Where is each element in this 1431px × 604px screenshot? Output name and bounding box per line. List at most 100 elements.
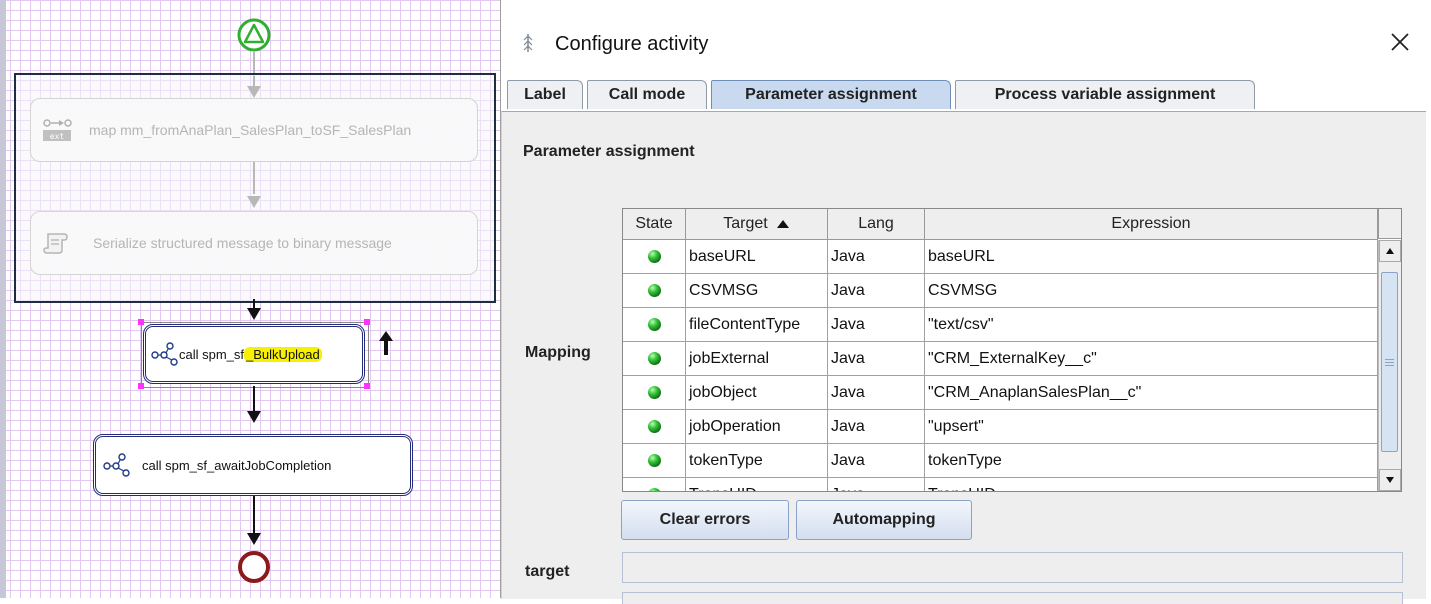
script-scroll-icon xyxy=(41,230,71,256)
target-cell: jobObject xyxy=(686,376,828,409)
call-await-job-node[interactable]: call spm_sf_awaitJobCompletion xyxy=(93,434,413,496)
close-icon[interactable] xyxy=(1388,30,1412,54)
end-event-icon[interactable] xyxy=(237,550,271,584)
map-activity-node[interactable]: ext map mm_fromAnaPlan_SalesPlan_toSF_Sa… xyxy=(30,98,478,162)
sort-ascending-icon xyxy=(776,220,789,228)
mapping-table: State Target Lang Expression baseURL Jav… xyxy=(622,208,1402,492)
status-ok-icon xyxy=(647,352,661,365)
table-row[interactable]: jobObject Java "CRM_AnaplanSalesPlan__c" xyxy=(623,376,1378,410)
state-cell xyxy=(623,342,686,375)
status-ok-icon xyxy=(647,386,661,399)
expression-field[interactable] xyxy=(622,592,1403,604)
column-header-target[interactable]: Target xyxy=(686,209,828,239)
status-ok-icon xyxy=(647,454,661,467)
table-header-corner xyxy=(1378,209,1401,239)
table-row[interactable]: baseURL Java baseURL xyxy=(623,240,1378,274)
connector-arrowhead xyxy=(247,86,261,98)
connector-line xyxy=(253,386,255,412)
target-cell: CSVMSG xyxy=(686,274,828,307)
scroll-thumb[interactable] xyxy=(1381,272,1398,452)
expression-cell[interactable]: "CRM_ExternalKey__c" xyxy=(925,342,1378,375)
expression-cell[interactable]: "CRM_AnaplanSalesPlan__c" xyxy=(925,376,1378,409)
move-arrow-icon xyxy=(379,331,393,355)
target-cell: tokenType xyxy=(686,444,828,477)
tab-label[interactable]: Label xyxy=(507,80,583,109)
status-ok-icon xyxy=(647,420,661,433)
table-row[interactable]: TransUID Java TransUID xyxy=(623,478,1378,491)
target-cell: baseURL xyxy=(686,240,828,273)
column-header-expression[interactable]: Expression xyxy=(925,209,1378,239)
target-field[interactable] xyxy=(622,552,1403,583)
connector-arrowhead xyxy=(247,533,261,545)
process-canvas[interactable]: ext map mm_fromAnaPlan_SalesPlan_toSF_Sa… xyxy=(0,0,500,598)
automapping-button[interactable]: Automapping xyxy=(796,500,972,540)
highlighted-label-suffix: _BulkUpload xyxy=(244,346,322,362)
thumb-grip xyxy=(1385,362,1394,363)
state-cell xyxy=(623,444,686,477)
table-row[interactable]: CSVMSG Java CSVMSG xyxy=(623,274,1378,308)
expression-cell[interactable]: TransUID xyxy=(925,478,1378,491)
status-ok-icon xyxy=(647,284,661,297)
target-label: target xyxy=(525,563,570,580)
expression-cell[interactable]: CSVMSG xyxy=(925,274,1378,307)
table-header: State Target Lang Expression xyxy=(623,209,1378,240)
scroll-up-button[interactable] xyxy=(1379,240,1401,262)
tab-parameter-assignment[interactable]: Parameter assignment xyxy=(711,80,951,109)
lang-cell: Java xyxy=(828,478,925,491)
state-cell xyxy=(623,274,686,307)
table-row[interactable]: fileContentType Java "text/csv" xyxy=(623,308,1378,342)
subprocess-call-icon xyxy=(150,341,178,367)
scroll-down-button[interactable] xyxy=(1379,469,1401,491)
node-label: call spm_sf _BulkUpload xyxy=(179,346,322,362)
connector-line xyxy=(253,496,255,534)
table-row[interactable]: jobOperation Java "upsert" xyxy=(623,410,1378,444)
column-header-state[interactable]: State xyxy=(623,209,686,239)
lang-cell: Java xyxy=(828,342,925,375)
resize-handle[interactable] xyxy=(364,383,370,389)
serialize-activity-node[interactable]: Serialize structured message to binary m… xyxy=(30,211,478,275)
resize-handle[interactable] xyxy=(138,319,144,325)
dialog-titlebar[interactable]: Configure activity xyxy=(501,0,1431,78)
state-cell xyxy=(623,410,686,443)
expression-cell[interactable]: "upsert" xyxy=(925,410,1378,443)
expression-cell[interactable]: "text/csv" xyxy=(925,308,1378,341)
resize-handle[interactable] xyxy=(364,319,370,325)
panel-title: Parameter assignment xyxy=(523,143,695,160)
start-event-icon[interactable] xyxy=(237,18,271,52)
subprocess-call-icon xyxy=(102,452,130,478)
lang-cell: Java xyxy=(828,274,925,307)
lang-cell: Java xyxy=(828,410,925,443)
thumb-grip xyxy=(1385,359,1394,360)
column-header-lang[interactable]: Lang xyxy=(828,209,925,239)
dialog-title: Configure activity xyxy=(555,33,709,55)
lang-cell: Java xyxy=(828,308,925,341)
lang-cell: Java xyxy=(828,444,925,477)
state-cell xyxy=(623,308,686,341)
scroll-up-arrow-icon xyxy=(1386,248,1394,254)
parameter-assignment-panel: Parameter assignment Mapping State Targe… xyxy=(501,111,1426,604)
call-bulkupload-node[interactable]: call spm_sf _BulkUpload xyxy=(143,324,365,384)
table-row[interactable]: jobExternal Java "CRM_ExternalKey__c" xyxy=(623,342,1378,376)
connector-line xyxy=(253,162,255,194)
state-cell xyxy=(623,478,686,491)
clear-errors-button[interactable]: Clear errors xyxy=(621,500,789,540)
resize-handle[interactable] xyxy=(138,383,144,389)
tab-process-variable-assignment[interactable]: Process variable assignment xyxy=(955,80,1255,109)
tab-strip: Label Call mode Parameter assignment Pro… xyxy=(501,78,1431,112)
connector-arrowhead xyxy=(247,411,261,423)
expression-cell[interactable]: baseURL xyxy=(925,240,1378,273)
state-cell xyxy=(623,376,686,409)
svg-text:ext: ext xyxy=(50,132,65,141)
mapping-label: Mapping xyxy=(525,344,591,361)
node-label-prefix: call spm_sf xyxy=(179,346,245,362)
status-ok-icon xyxy=(647,318,661,331)
expression-cell[interactable]: tokenType xyxy=(925,444,1378,477)
thumb-grip xyxy=(1385,365,1394,366)
mapping-icon: ext xyxy=(41,117,73,143)
status-ok-icon xyxy=(647,488,661,491)
table-vertical-scrollbar[interactable] xyxy=(1378,240,1401,491)
tab-call-mode[interactable]: Call mode xyxy=(587,80,707,109)
target-cell: jobExternal xyxy=(686,342,828,375)
table-row[interactable]: tokenType Java tokenType xyxy=(623,444,1378,478)
connector-arrowhead xyxy=(247,196,261,208)
